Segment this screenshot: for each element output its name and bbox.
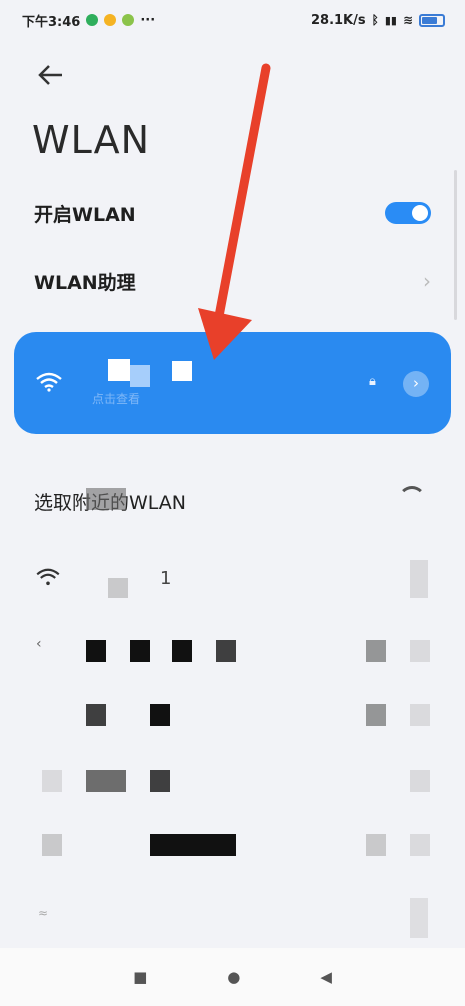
- lock-icon: 🔒︎: [369, 374, 376, 389]
- signal-icon: ▮▮: [384, 13, 397, 27]
- battery-icon: [419, 13, 445, 27]
- network-row[interactable]: [30, 700, 435, 740]
- redacted-block: [172, 361, 192, 381]
- status-bar: 下午3:46 ··· 28.1K/s ᛒ ▮▮ ≋: [0, 0, 465, 40]
- wifi-icon: [36, 372, 62, 392]
- status-time: 下午3:46: [22, 14, 81, 30]
- redacted-block: [410, 770, 430, 792]
- android-icon: [122, 14, 135, 26]
- wifi-status-icon: ≋: [402, 13, 413, 27]
- redacted-block: [150, 770, 170, 792]
- wifi-icon: ≈: [38, 906, 49, 920]
- connected-subtitle: 点击查看: [92, 392, 141, 406]
- network-row[interactable]: [30, 832, 435, 872]
- redacted-block: [410, 704, 430, 726]
- redacted-block: [86, 640, 106, 662]
- recents-button[interactable]: ■: [133, 968, 147, 986]
- status-right: 28.1K/s ᛒ ▮▮ ≋: [311, 13, 445, 28]
- wifi-icon: [36, 568, 60, 586]
- home-button[interactable]: ●: [227, 968, 240, 986]
- chevron-right-icon: ›: [423, 269, 431, 293]
- redacted-block: [108, 359, 130, 381]
- redacted-block: [366, 640, 386, 662]
- more-notifications: ···: [140, 12, 156, 28]
- annotation-arrow: [198, 63, 271, 360]
- wlan-toggle-label: 开启WLAN: [34, 203, 136, 226]
- redacted-block: [216, 640, 236, 662]
- redacted-block: [86, 704, 106, 726]
- back-button[interactable]: [36, 60, 66, 90]
- network-name: 1: [160, 568, 172, 589]
- play-icon: [86, 14, 99, 26]
- redacted-block: [130, 365, 150, 387]
- redacted-block: [130, 640, 150, 662]
- redacted-block: [366, 834, 386, 856]
- redacted-block: [86, 770, 126, 792]
- network-row[interactable]: ‹: [30, 634, 435, 674]
- redacted-block: [410, 834, 430, 856]
- back-nav-button[interactable]: ◀: [320, 968, 332, 986]
- redacted-block: [150, 704, 170, 726]
- network-row[interactable]: 1: [30, 560, 435, 600]
- network-row[interactable]: [30, 766, 435, 806]
- network-row[interactable]: ≈: [30, 898, 435, 938]
- page-title: WLAN: [32, 118, 151, 162]
- wlan-toggle-switch[interactable]: [385, 202, 431, 224]
- redacted-block: [108, 578, 128, 598]
- app-notification-icon: [104, 14, 117, 26]
- loading-spinner: [398, 486, 426, 514]
- network-speed: 28.1K/s: [310, 12, 366, 28]
- redacted-block: [366, 704, 386, 726]
- wifi-icon: ‹: [36, 636, 42, 652]
- network-detail-button[interactable]: ›: [403, 371, 429, 397]
- redacted-block: [42, 834, 62, 856]
- scrollbar[interactable]: [454, 170, 457, 320]
- redacted-block: [86, 488, 126, 510]
- redacted-block: [172, 640, 192, 662]
- back-arrow-icon: [38, 65, 62, 85]
- redacted-block: [410, 560, 428, 598]
- status-left: 下午3:46 ···: [22, 11, 155, 30]
- redacted-block: [410, 640, 430, 662]
- navigation-bar: ■ ● ◀: [0, 948, 465, 1006]
- wlan-assistant-label: WLAN助理: [34, 271, 136, 294]
- redacted-block: [42, 770, 62, 792]
- bluetooth-icon: ᛒ: [371, 13, 379, 27]
- redacted-block: [150, 834, 236, 856]
- redacted-block: [410, 898, 428, 938]
